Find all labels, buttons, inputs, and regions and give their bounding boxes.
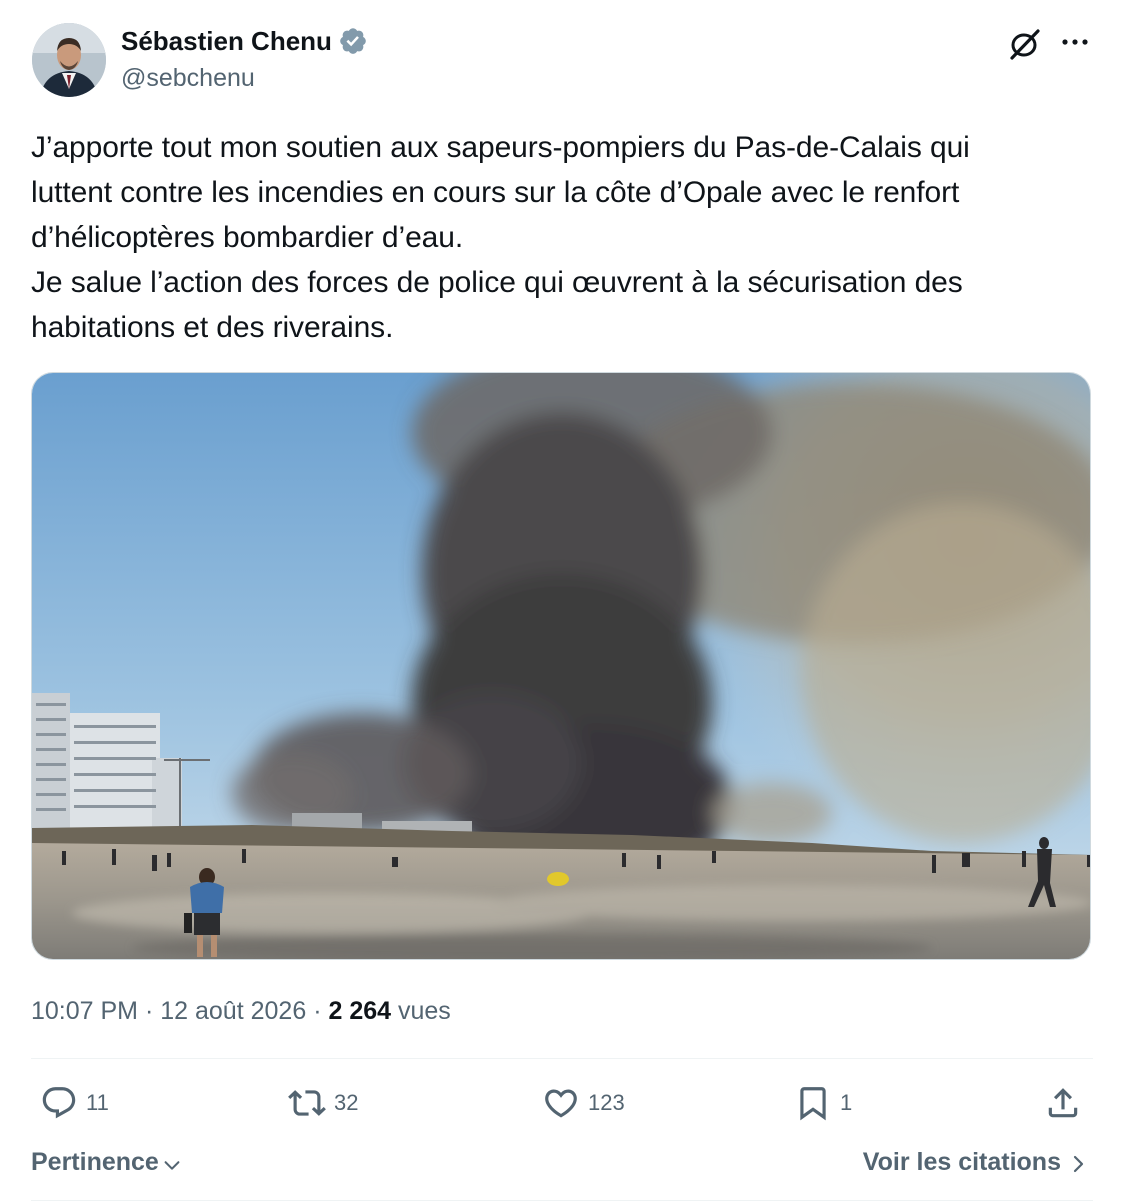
chevron-right-icon <box>1073 1155 1084 1173</box>
meta-separator: · <box>144 997 154 1025</box>
sort-dropdown[interactable]: Pertinence <box>31 1148 183 1177</box>
view-quotes-link[interactable]: Voir les citations <box>863 1148 1089 1177</box>
author-handle[interactable]: @sebchenu <box>121 63 255 93</box>
author-row: Sébastien Chenu <box>121 26 368 56</box>
divider <box>31 1200 1093 1201</box>
tweet-text: J’apporte tout mon soutien aux sapeurs-p… <box>31 131 970 344</box>
tweet-media-photo[interactable] <box>31 372 1091 960</box>
views-count: 2 264 <box>328 997 392 1025</box>
bookmark-button[interactable]: 1 <box>794 1084 852 1122</box>
reply-button[interactable]: 11 <box>40 1084 109 1122</box>
share-icon <box>1048 1088 1078 1118</box>
avatar[interactable] <box>32 23 106 97</box>
grok-icon[interactable] <box>1007 26 1043 62</box>
author-name[interactable]: Sébastien Chenu <box>121 26 332 56</box>
repost-icon <box>288 1090 326 1116</box>
views-label: vues <box>397 997 451 1025</box>
tweet-date[interactable]: 12 août 2026 <box>160 997 306 1025</box>
quotes-label: Voir les citations <box>862 1148 1061 1176</box>
bookmark-count: 1 <box>840 1090 853 1115</box>
bookmark-icon <box>800 1087 826 1121</box>
reply-count: 11 <box>86 1090 109 1115</box>
tweet-time[interactable]: 10:07 PM <box>31 997 138 1025</box>
share-button[interactable] <box>1044 1084 1082 1122</box>
more-icon[interactable] <box>1058 28 1092 56</box>
repost-button[interactable]: 32 <box>288 1084 358 1122</box>
reply-icon <box>42 1087 76 1119</box>
chevron-down-icon <box>164 1160 180 1170</box>
like-count: 123 <box>588 1090 625 1115</box>
meta-separator: · <box>313 997 322 1025</box>
tweet-meta: 10:07 PM · 12 août 2026 · 2 264 vues <box>31 994 451 1028</box>
repost-count: 32 <box>334 1090 359 1115</box>
heart-icon <box>545 1089 577 1118</box>
sort-label: Pertinence <box>31 1148 159 1176</box>
like-button[interactable]: 123 <box>542 1084 625 1122</box>
verified-badge-icon[interactable] <box>338 26 368 56</box>
divider <box>31 1058 1093 1059</box>
